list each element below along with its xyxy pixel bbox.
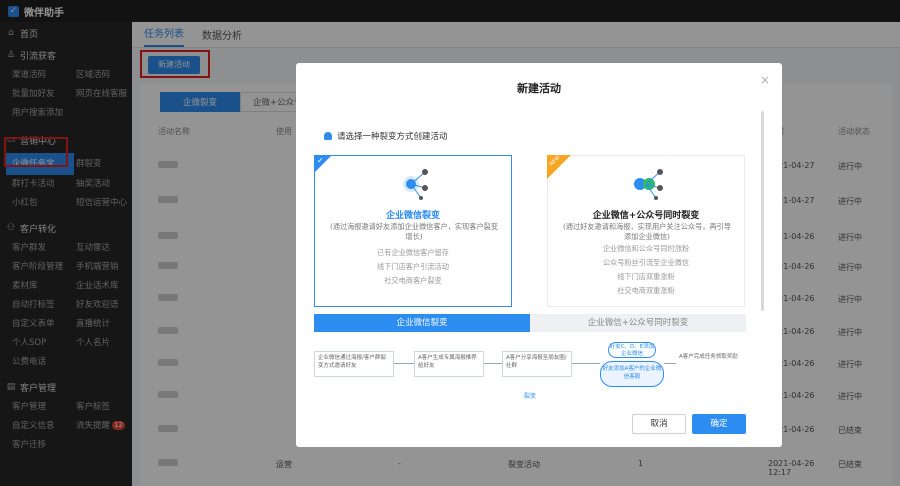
flow-step: A客户分享海报至朋友圈/社群	[502, 351, 572, 377]
flow-tabs: 企业微信裂变 企业微信+公众号同时裂变	[314, 314, 746, 332]
confirm-button[interactable]: 确定	[692, 414, 746, 434]
card-title: 企业微信裂变	[385, 211, 440, 221]
flow-label: 裂变	[524, 393, 537, 400]
flow-arrow	[664, 363, 676, 364]
card-feature: 线下门店双重涨粉	[617, 272, 675, 281]
close-icon[interactable]: ×	[760, 73, 770, 87]
card-feature: 社交电商客户裂变	[384, 276, 442, 285]
card-feature: 社交电商双重涨粉	[617, 286, 675, 295]
flow-step: 企业微信通过海报/客户群裂变方式邀请好友	[314, 351, 394, 377]
flow-node-main: 好友添加A客户的企业微信客服	[600, 361, 664, 387]
card-description: (通过海报邀请好友添加企业微信客户，实现客户裂变增长)	[329, 222, 499, 241]
modal-title: 新建活动	[517, 82, 561, 95]
card-feature: 企业微信和公众号同时涨粉	[602, 244, 690, 253]
flow-step: A客户完成任务领取奖励	[676, 351, 746, 377]
check-icon: ✓	[317, 156, 324, 165]
card-title: 企业微信+公众号同时裂变	[592, 211, 700, 221]
dual-fission-icon	[634, 169, 663, 200]
flow-node: 好友C、D、E添加企业微信	[608, 342, 656, 358]
fission-network-icon	[403, 169, 428, 200]
card-feature: 公众号粉丝引流至企业微信	[602, 258, 690, 267]
card-description: (通过好友邀请和海报，实现用户关注公众号，再引导添加企业微信)	[562, 222, 732, 241]
bell-icon	[324, 132, 332, 140]
flow-tab-wecom[interactable]: 企业微信裂变	[314, 314, 530, 332]
modal-scrollbar[interactable]	[761, 111, 764, 311]
card-feature: 线下门店客户引流活动	[377, 262, 449, 271]
flow-tab-wecom-official[interactable]: 企业微信+公众号同时裂变	[530, 314, 746, 332]
flow-arrow	[572, 363, 600, 364]
option-card-wecom-official[interactable]: NEW 企业微信+公众号同时裂变 (通过好友邀请和海报，实现用户关注公众号，再引…	[547, 155, 745, 307]
flow-arrow	[484, 363, 502, 364]
hint-text: 请选择一种裂变方式创建活动	[324, 130, 448, 142]
new-activity-modal: 新建活动 × 请选择一种裂变方式创建活动 ✓ 企业微信裂变 (通过海报邀请好友添…	[296, 63, 782, 447]
flow-diagram: 企业微信通过海报/客户群裂变方式邀请好友 A客户生成专属海报推荐给好友 A客户分…	[314, 339, 746, 401]
flow-step: A客户生成专属海报推荐给好友	[414, 351, 484, 377]
cancel-button[interactable]: 取消	[632, 414, 686, 434]
option-card-wecom-fission[interactable]: ✓ 企业微信裂变 (通过海报邀请好友添加企业微信客户，实现客户裂变增长) 已有企…	[314, 155, 512, 307]
card-feature: 已有企业微信客户留存	[377, 248, 449, 257]
flow-arrow	[394, 363, 414, 364]
